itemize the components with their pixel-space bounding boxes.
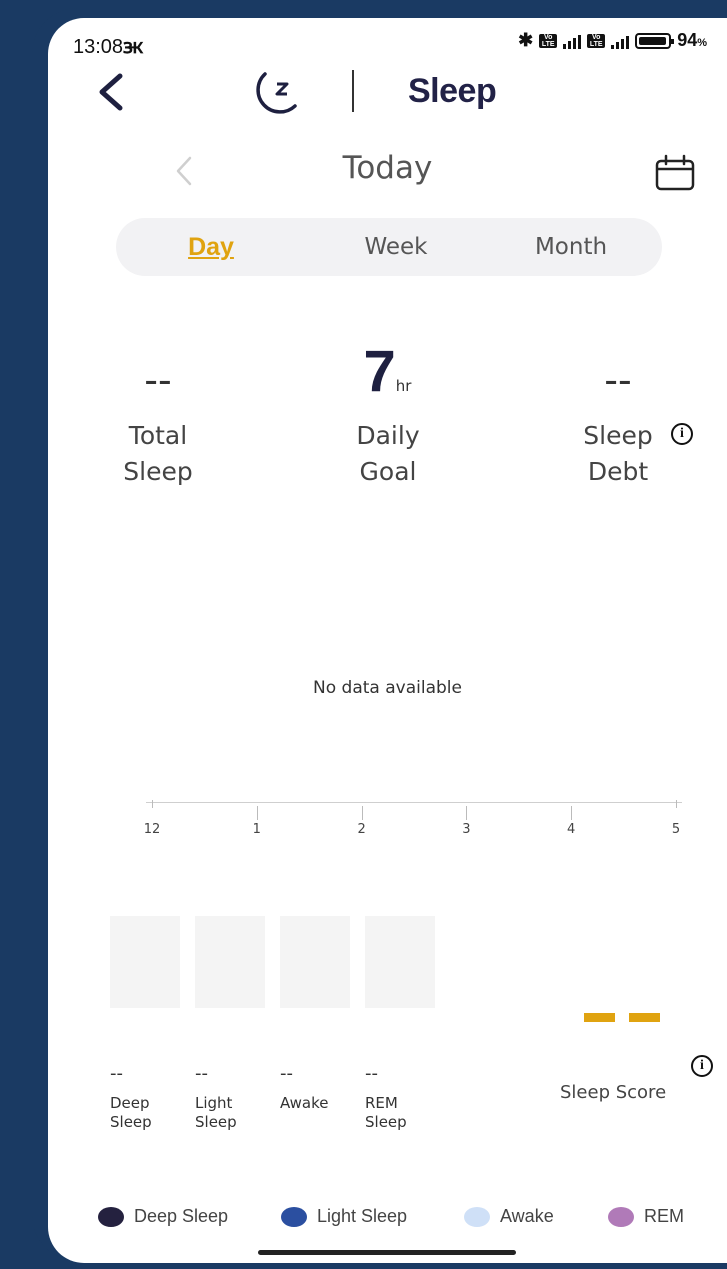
chart-x-axis (146, 802, 682, 803)
sleep-score-label: Sleep Score (560, 1082, 667, 1103)
bluetooth-icon: ✱ (518, 30, 534, 50)
sleep-debt-label: Sleep Debt (583, 421, 653, 486)
chart-tick-label: 2 (357, 822, 366, 837)
stage-bar-placeholder (110, 916, 180, 1008)
battery-icon (635, 32, 675, 49)
home-indicator[interactable] (258, 1250, 516, 1255)
chart-tick-label: 12 (143, 822, 161, 837)
stage-label: Awake (280, 1094, 329, 1112)
chart-tick-label: 3 (462, 822, 471, 837)
stage-label: Light Sleep (195, 1094, 237, 1131)
date-label: Today (342, 150, 433, 186)
chart-tick-mark (361, 806, 363, 820)
chart-tick-mark (152, 800, 153, 808)
legend-item: REM (608, 1206, 684, 1227)
legend-item: Deep Sleep (98, 1206, 228, 1227)
stage-bar-placeholder (280, 916, 350, 1008)
stage-label: REM Sleep (365, 1094, 407, 1131)
status-icons: ✱ Vo LTE Vo LTE 94% (518, 30, 707, 51)
sleep-score-dash-2 (629, 1013, 660, 1022)
legend-item: Light Sleep (281, 1206, 407, 1227)
legend-label: REM (644, 1206, 684, 1226)
header-divider (352, 70, 354, 112)
legend-item: Awake (464, 1206, 554, 1227)
stage-value: -- (110, 1063, 123, 1084)
status-time: 13:08ꚅ (73, 32, 143, 59)
calendar-icon[interactable] (654, 153, 696, 193)
stage-value: -- (365, 1063, 378, 1084)
stage-value: -- (280, 1063, 293, 1084)
sleep-score-dash-1 (584, 1013, 615, 1022)
volte-icon: Vo LTE (539, 33, 558, 48)
sleep-moon-icon (256, 72, 297, 114)
legend-label: Light Sleep (317, 1206, 408, 1226)
sleep-score-info-icon[interactable]: i (691, 1055, 713, 1077)
legend-swatch (464, 1206, 490, 1227)
status-time-text: 13:08 (73, 36, 124, 58)
period-tabs: Day Week Month (116, 218, 662, 276)
signal-icon-2 (611, 33, 630, 49)
page-title: Sleep (408, 72, 497, 110)
tab-month[interactable]: Month (506, 218, 636, 276)
sleep-debt-value: -- (604, 358, 632, 402)
daily-goal-label: Daily Goal (356, 421, 420, 486)
battery-percent: 94% (677, 30, 707, 50)
total-sleep-label: Total Sleep (123, 421, 193, 486)
no-data-message: No data available (313, 678, 462, 698)
legend-swatch (98, 1206, 124, 1227)
chart-tick-label: 1 (252, 822, 261, 837)
chart-tick-mark (256, 806, 258, 820)
back-icon[interactable] (92, 70, 128, 114)
chart-tick-mark (676, 800, 677, 808)
legend-label: Awake (500, 1206, 554, 1226)
signal-icon (563, 33, 582, 49)
legend-swatch (608, 1206, 634, 1227)
carrier-icon: ꚅ (123, 36, 143, 58)
chart-tick-label: 4 (567, 822, 576, 837)
stage-bar-placeholder (195, 916, 265, 1008)
chart-tick-mark (571, 806, 573, 820)
tab-day[interactable]: Day (156, 218, 266, 276)
volte-icon-2: Vo LTE (587, 33, 606, 48)
tab-week[interactable]: Week (336, 218, 456, 276)
legend-label: Deep Sleep (134, 1206, 229, 1226)
stage-bar-placeholder (365, 916, 435, 1008)
app-screen: 13:08ꚅ ✱ Vo LTE Vo LTE 94% Sleep Today D… (48, 18, 727, 1263)
chart-tick-mark (466, 806, 468, 820)
legend-swatch (281, 1206, 307, 1227)
stage-value: -- (195, 1063, 208, 1084)
stage-label: Deep Sleep (110, 1094, 152, 1131)
chart-tick-label: 5 (671, 822, 681, 837)
sleep-debt-info-icon[interactable]: i (671, 423, 693, 445)
